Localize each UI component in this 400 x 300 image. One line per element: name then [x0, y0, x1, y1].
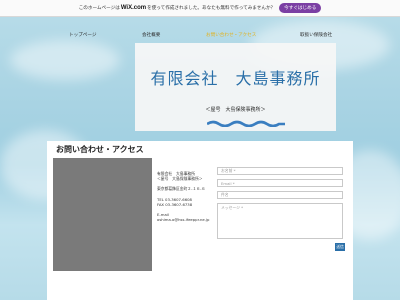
wix-ad-banner: このホームページは WiX.com を使って作成されました。あなたも無料で作って… [0, 0, 400, 17]
email-field[interactable]: Email * [217, 179, 343, 187]
main-nav: トップページ 会社概要 お問い合わせ・アクセス 取扱い保険会社 [0, 32, 400, 40]
section-title: お問い合わせ・アクセス [56, 145, 144, 154]
email-placeholder: Email * [221, 180, 235, 186]
name-placeholder: お名前 * [221, 168, 236, 173]
message-placeholder: メッセージ * [221, 205, 244, 210]
wave-decoration-icon [207, 120, 285, 127]
nav-item-top[interactable]: トップページ [69, 32, 96, 38]
wix-banner-text-after: を使って作成されました。あなたも無料で作ってみませんか？ [147, 5, 276, 10]
contact-section: お問い合わせ・アクセス 有限会社 大島事務所 ＜屋号 大島保険事務所＞ 東京都葛… [47, 141, 353, 300]
map-image-placeholder [53, 158, 152, 271]
nav-item-contact[interactable]: お問い合わせ・アクセス [206, 32, 256, 38]
company-subtitle: ＜屋号 大島保険事務所＞ [205, 107, 266, 113]
header-card: 有限会社 大島事務所 ＜屋号 大島保険事務所＞ [135, 43, 336, 131]
wix-banner-text-before: このホームページは [78, 5, 120, 10]
subject-field[interactable]: 件名 [217, 191, 343, 199]
cloud-decoration [10, 40, 120, 80]
company-name: 有限会社 大島事務所 [150, 69, 321, 88]
message-field[interactable]: メッセージ * [217, 203, 343, 239]
wix-logo[interactable]: WiX.com [121, 5, 146, 11]
wix-start-now-button[interactable]: 今すぐはじめる [279, 3, 322, 13]
subject-placeholder: 件名 [221, 192, 229, 197]
name-field[interactable]: お名前 * [217, 167, 343, 175]
submit-button[interactable]: 送信 [335, 243, 345, 251]
nav-item-company[interactable]: 会社概要 [142, 32, 160, 38]
info-email[interactable]: oshima.o@hss.ifeeppr.ne.jp [157, 217, 225, 222]
nav-item-insurers[interactable]: 取扱い保険会社 [300, 32, 332, 38]
company-info: 有限会社 大島事務所 ＜屋号 大島保険事務所＞ 東京都葛飾区金町２-１６-６ T… [157, 171, 225, 222]
